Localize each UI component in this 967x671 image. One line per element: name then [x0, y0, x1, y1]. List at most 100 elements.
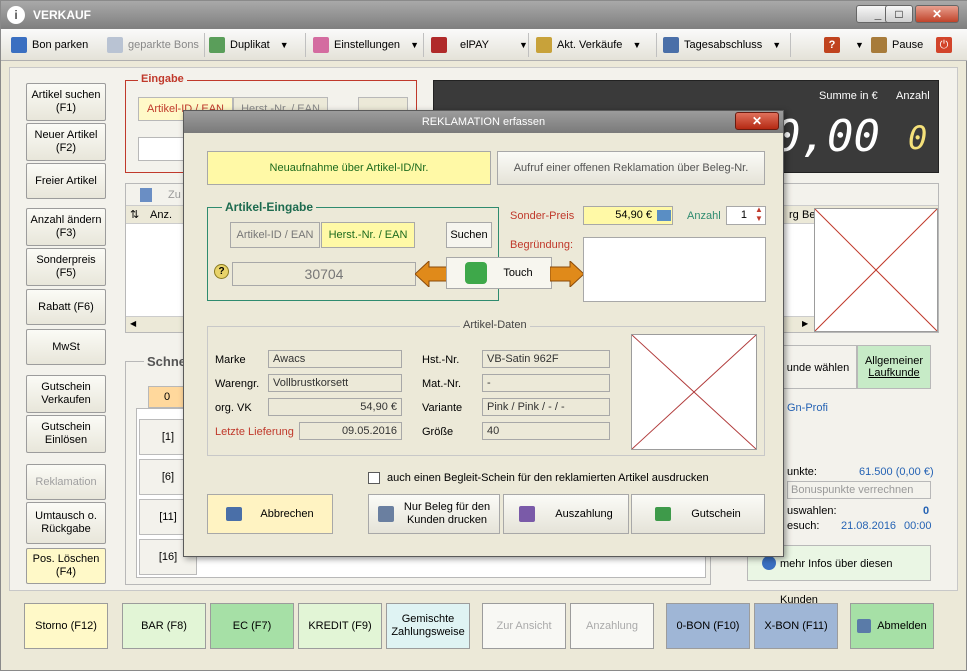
besuch-label: esuch:: [787, 520, 820, 532]
kunde-waehlen-button[interactable]: unde wählen: [779, 345, 857, 389]
pos-loeschen-button[interactable]: Pos. Löschen (F4): [26, 548, 106, 584]
marke-field: Awacs: [268, 350, 402, 368]
help-icon[interactable]: ?: [214, 264, 229, 279]
xbon-button[interactable]: X-BON (F11): [754, 603, 838, 649]
maximize-button[interactable]: □: [885, 5, 913, 23]
variante-label: Variante: [422, 402, 463, 414]
arrow-left-icon: [415, 261, 449, 287]
summe-anzahl-label: Anzahl: [896, 90, 930, 102]
dialog-close-button[interactable]: ✕: [735, 112, 779, 130]
ec-button[interactable]: EC (F7): [210, 603, 294, 649]
bonus-verrechnen-button[interactable]: Bonuspunkte verrechnen: [787, 481, 931, 499]
begruendung-label: Begründung:: [510, 239, 573, 251]
calendar-icon: [663, 37, 679, 54]
customer-profile-link[interactable]: Gn-Profi: [787, 402, 828, 414]
letzte-lieferung-field: 09.05.2016: [299, 422, 402, 440]
neuer-artikel-button[interactable]: Neuer Artikel (F2): [26, 123, 106, 161]
dialog-title: REKLAMATION erfassen: [421, 116, 546, 128]
nur-beleg-button[interactable]: Nur Beleg für den Kunden drucken: [368, 494, 500, 534]
col-anz: Anz.: [150, 209, 173, 221]
summe-value: 0,00: [774, 111, 880, 162]
anzahlung-button[interactable]: Anzahlung: [570, 603, 654, 649]
tab-artikel-id[interactable]: Artikel-ID / EAN: [230, 222, 320, 248]
variante-field: Pink / Pink / - / -: [482, 398, 610, 416]
document-icon: [140, 188, 152, 202]
storno-button[interactable]: Storno (F12): [24, 603, 108, 649]
summe-label: Summe in €: [819, 90, 878, 102]
arrow-right-icon: [550, 261, 584, 287]
dropdown-arrow-icon: ▼: [279, 40, 289, 51]
sort-icon: ⇅: [130, 209, 140, 221]
calculator-icon[interactable]: [657, 210, 671, 221]
umtausch-button[interactable]: Umtausch o. Rückgabe: [26, 502, 106, 544]
sonderpreis-button[interactable]: Sonderpreis (F5): [26, 248, 106, 286]
artikel-image-placeholder: [631, 334, 757, 450]
abmelden-button[interactable]: Abmelden: [850, 603, 934, 649]
pause-button[interactable]: Pause: [871, 35, 923, 55]
auswahl-value: 0: [923, 505, 930, 517]
marke-label: Marke: [215, 354, 246, 366]
dropdown-arrow-icon: ▼: [410, 40, 419, 51]
bon-parken-button[interactable]: Bon parken: [11, 35, 88, 55]
sonderpreis-label: Sonder-Preis: [510, 210, 575, 222]
obon-button[interactable]: 0-BON (F10): [666, 603, 750, 649]
einstellungen-button[interactable]: Einstellungen ▼: [313, 35, 419, 55]
artikel-input[interactable]: 30704: [232, 262, 416, 286]
sales-icon: [536, 37, 552, 54]
laufkunde-button[interactable]: Allgemeiner Laufkunde: [857, 345, 931, 389]
elpay-button[interactable]: elPAY ▼: [431, 35, 528, 55]
groesse-field: 40: [482, 422, 610, 440]
power-button[interactable]: ⏻: [936, 35, 957, 55]
mwst-button[interactable]: MwSt: [26, 329, 106, 365]
article-image-placeholder: [814, 208, 938, 332]
begruendung-textarea[interactable]: [583, 237, 766, 302]
schnell-tab[interactable]: 0: [148, 386, 186, 408]
warengr-label: Warengr.: [215, 378, 260, 390]
orgvk-field: 54,90 €: [268, 398, 402, 416]
reklamation-button[interactable]: Reklamation: [26, 464, 106, 500]
letzte-lieferung-label: Letzte Lieferung: [215, 426, 294, 438]
gutschein-verkaufen-button[interactable]: Gutschein Verkaufen: [26, 375, 106, 413]
zur-ansicht-button[interactable]: Zur Ansicht: [482, 603, 566, 649]
stepper-arrows-icon[interactable]: ▲ ▼: [755, 205, 763, 223]
bar-button[interactable]: BAR (F8): [122, 603, 206, 649]
col-rg: rg: [789, 209, 799, 221]
rabatt-button[interactable]: Rabatt (F6): [26, 289, 106, 325]
scroll-right-icon: ▶: [802, 319, 809, 328]
close-button[interactable]: ✕: [915, 5, 959, 23]
matnr-label: Mat.-Nr.: [422, 378, 462, 390]
elpay-icon: [431, 37, 447, 54]
abbrechen-button[interactable]: Abbrechen: [207, 494, 333, 534]
duplikat-button[interactable]: Duplikat ▼: [209, 35, 289, 55]
tagesabschluss-button[interactable]: Tagesabschluss ▼: [663, 35, 781, 55]
kredit-button[interactable]: KREDIT (F9): [298, 603, 382, 649]
anzahl-aendern-button[interactable]: Anzahl ändern (F3): [26, 208, 106, 246]
touch-button[interactable]: Touch: [446, 257, 552, 289]
hstnr-field: VB-Satin 962F: [482, 350, 610, 368]
list-tab-zu[interactable]: Zu: [168, 189, 181, 201]
artikel-suchen-button[interactable]: Artikel suchen (F1): [26, 83, 106, 121]
aufruf-button[interactable]: Aufruf einer offenen Reklamation über Be…: [497, 151, 765, 185]
window-title: VERKAUF: [33, 8, 92, 22]
tab-herst-nr[interactable]: Herst.-Nr. / EAN: [321, 222, 415, 248]
begleitschein-label: auch einen Begleit-Schein für den reklam…: [387, 472, 709, 484]
suchen-button[interactable]: Suchen: [446, 222, 492, 248]
dialog-title-bar: REKLAMATION erfassen ✕: [184, 111, 783, 133]
gutschein-einloesen-button[interactable]: Gutschein Einlösen: [26, 415, 106, 453]
reklamation-dialog: REKLAMATION erfassen ✕ Neuaufnahme über …: [183, 110, 784, 557]
help-button[interactable]: ? ▼: [824, 35, 864, 55]
akt-verkaeufe-button[interactable]: Akt. Verkäufe ▼: [536, 35, 641, 55]
begleitschein-checkbox[interactable]: [368, 472, 380, 484]
dropdown-arrow-icon: ▼: [772, 40, 782, 51]
gemischte-zahlung-button[interactable]: Gemischte Zahlungsweise: [386, 603, 470, 649]
toolbar: Bon parken geparkte Bons Duplikat ▼ Einst…: [1, 29, 967, 61]
freier-artikel-button[interactable]: Freier Artikel: [26, 163, 106, 199]
orgvk-label: org. VK: [215, 402, 252, 414]
gutschein-button[interactable]: Gutschein: [631, 494, 765, 534]
geparkte-bons-button[interactable]: geparkte Bons: [107, 35, 199, 55]
auszahlung-button[interactable]: Auszahlung: [503, 494, 629, 534]
hourglass-icon: [871, 37, 887, 54]
neuaufnahme-button[interactable]: Neuaufnahme über Artikel-ID/Nr.: [207, 151, 491, 185]
touch-icon: [465, 262, 488, 284]
hstnr-label: Hst.-Nr.: [422, 354, 460, 366]
